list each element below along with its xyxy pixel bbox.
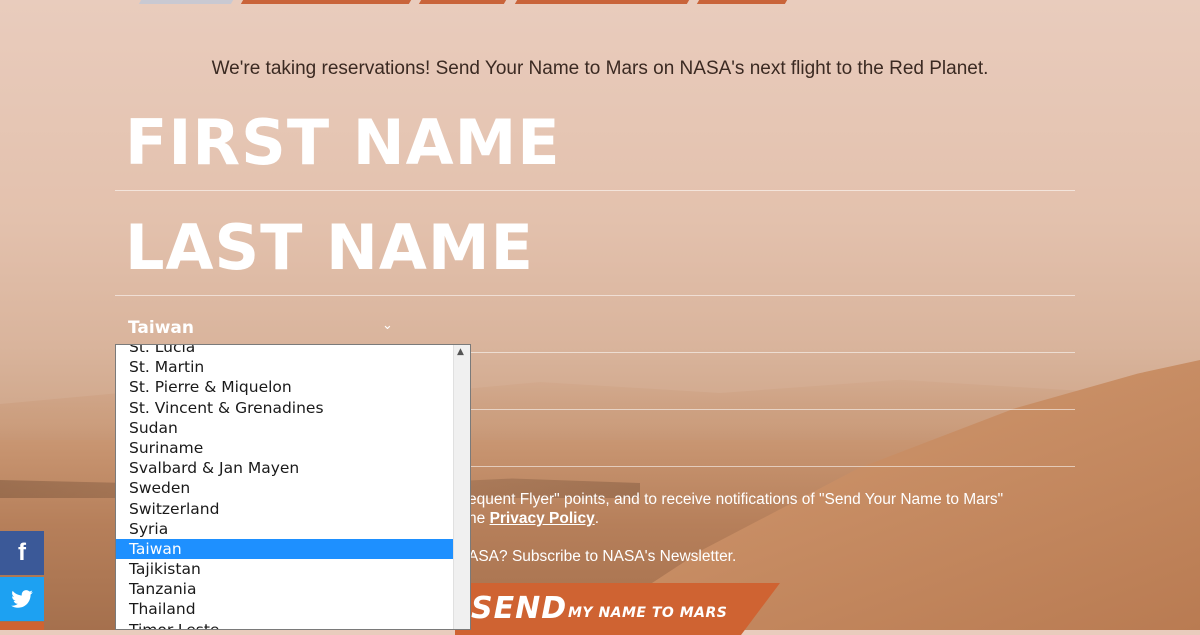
consent-period: . xyxy=(594,510,599,527)
page-tagline: We're taking reservations! Send Your Nam… xyxy=(211,58,989,79)
country-option[interactable]: St. Lucia xyxy=(116,345,456,357)
country-option[interactable]: Tajikistan xyxy=(116,559,456,579)
consent-line-1: equent Flyer" points, and to receive not… xyxy=(468,491,1004,508)
consent-text: equent Flyer" points, and to receive not… xyxy=(468,490,1078,528)
chevron-down-icon: ⌄ xyxy=(382,318,393,333)
share-more-button[interactable] xyxy=(0,622,44,630)
nav-stripe xyxy=(514,0,690,4)
first-name-placeholder: FIRST NAME xyxy=(125,106,561,179)
nav-stripe xyxy=(696,0,788,4)
country-option[interactable]: Syria xyxy=(116,519,456,539)
country-selected-value: Taiwan xyxy=(128,318,194,338)
country-option[interactable]: St. Martin xyxy=(116,357,456,377)
country-option[interactable]: Timor-Leste xyxy=(116,620,456,629)
first-name-field[interactable]: FIRST NAME xyxy=(115,100,1075,191)
facebook-share-button[interactable]: f xyxy=(0,531,44,575)
country-option[interactable]: Thailand xyxy=(116,599,456,619)
nav-stripe xyxy=(138,0,234,4)
country-option[interactable]: Svalbard & Jan Mayen xyxy=(116,458,456,478)
newsletter-text: ASA? Subscribe to NASA's Newsletter. xyxy=(468,548,737,565)
send-name-button[interactable]: SEND MY NAME TO MARS xyxy=(455,583,780,635)
last-name-field[interactable]: LAST NAME xyxy=(115,205,1075,296)
dropdown-scrollbar[interactable]: ▲ xyxy=(453,345,470,629)
scroll-up-arrow-icon[interactable]: ▲ xyxy=(457,347,464,357)
country-option[interactable]: St. Pierre & Miquelon xyxy=(116,377,456,397)
country-option[interactable]: Tanzania xyxy=(116,579,456,599)
country-option[interactable]: Sweden xyxy=(116,478,456,498)
send-button-label: SEND xyxy=(471,591,568,626)
country-option[interactable]: St. Vincent & Grenadines xyxy=(116,398,456,418)
twitter-share-button[interactable] xyxy=(0,577,44,621)
country-option[interactable]: Switzerland xyxy=(116,499,456,519)
country-dropdown-list[interactable]: St. Lucia St. Martin St. Pierre & Miquelon… xyxy=(115,344,471,630)
country-options: St. Lucia St. Martin St. Pierre & Miquelon… xyxy=(116,345,456,629)
twitter-icon xyxy=(11,590,33,608)
privacy-policy-link[interactable]: Privacy Policy xyxy=(490,510,595,527)
facebook-icon: f xyxy=(18,539,26,566)
nav-stripe xyxy=(418,0,507,4)
country-option[interactable]: Suriname xyxy=(116,438,456,458)
country-option[interactable]: Taiwan xyxy=(116,538,456,560)
send-button-sublabel: MY NAME TO MARS xyxy=(568,605,728,621)
nav-stripe xyxy=(240,0,412,4)
country-option[interactable]: Sudan xyxy=(116,418,456,438)
last-name-placeholder: LAST NAME xyxy=(125,211,534,284)
